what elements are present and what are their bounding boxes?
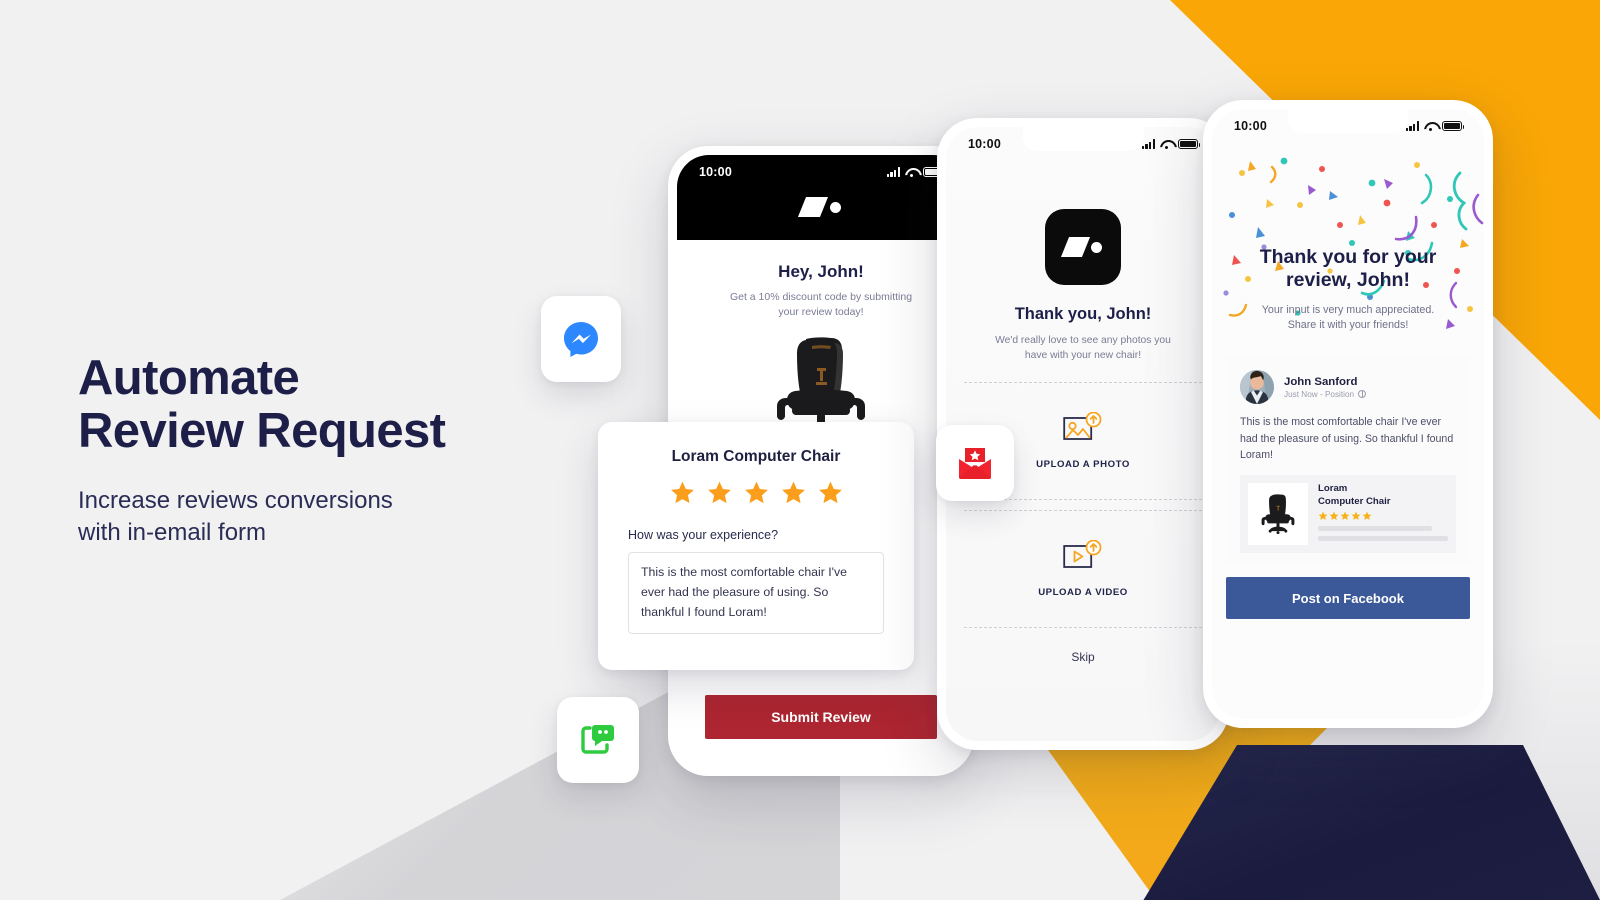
upload-video-dropzone[interactable]: UPLOAD A VIDEO xyxy=(964,509,1202,628)
phone3-screen: 10:00 Thank you for your review, John! Y… xyxy=(1212,109,1484,719)
share-subtitle-line-1: Your input is very much appreciated. xyxy=(1261,303,1435,316)
thank-you-subtitle-line-2: have with your new chair! xyxy=(1024,350,1142,362)
placeholder-bar xyxy=(1318,536,1448,542)
signal-icon xyxy=(886,167,900,177)
skip-link[interactable]: Skip xyxy=(946,650,1220,664)
star-icon xyxy=(1329,511,1339,521)
wifi-icon xyxy=(1424,121,1437,131)
wifi-icon xyxy=(1160,139,1173,149)
phone1-status-bar: 10:00 xyxy=(677,155,965,189)
greeting-title: Hey, John! xyxy=(778,262,864,281)
avatar xyxy=(1240,370,1274,404)
page-title: Automate Review Request xyxy=(78,351,578,459)
page-subtitle: Increase reviews conversions with in-ema… xyxy=(78,485,578,550)
upload-photo-label: UPLOAD A PHOTO xyxy=(1036,458,1130,470)
greeting-subtitle-line-2: your review today! xyxy=(778,306,864,319)
phone3-heading-block: Thank you for your review, John! Your in… xyxy=(1212,246,1484,334)
review-text-input[interactable]: This is the most comfortable chair I've … xyxy=(628,552,884,634)
share-subtitle: Your input is very much appreciated. Sha… xyxy=(1232,303,1464,334)
placeholder-bar xyxy=(1318,526,1433,532)
product-star-rating xyxy=(1318,511,1448,521)
globe-icon xyxy=(1358,390,1367,398)
messenger-icon xyxy=(564,322,598,357)
product-name: Loram Computer Chair xyxy=(1318,483,1448,508)
upload-video-label: UPLOAD A VIDEO xyxy=(1038,586,1128,598)
hero-banner: Automate Review Request Increase reviews… xyxy=(0,0,1600,900)
greeting-subtitle-line-1: Get a 10% discount code by submitting xyxy=(729,291,913,303)
phone1-header: 10:00 xyxy=(677,155,965,240)
star-icon xyxy=(1340,511,1350,521)
upload-photo-icon xyxy=(1063,411,1102,440)
wifi-icon xyxy=(905,167,918,177)
sms-badge[interactable] xyxy=(557,697,639,783)
star-icon xyxy=(1318,511,1328,521)
status-time: 10:00 xyxy=(699,165,732,179)
thank-you-subtitle: We'd really love to see any photos you h… xyxy=(968,333,1198,364)
share-title: Thank you for your review, John! xyxy=(1232,246,1464,293)
post-author-row: John Sanford Just Now - Position xyxy=(1240,370,1456,404)
phone1-submit-area: Submit Review xyxy=(677,695,965,739)
product-name-line-2: Computer Chair xyxy=(1318,495,1391,507)
product-thumbnail xyxy=(1248,483,1308,546)
star-icon[interactable] xyxy=(780,480,807,506)
star-icon[interactable] xyxy=(669,480,696,506)
product-name-line-1: Loram xyxy=(1318,483,1348,495)
upload-video-icon xyxy=(1063,539,1102,568)
post-body-text: This is the most comfortable chair I've … xyxy=(1240,416,1454,462)
phone2-body: Thank you, John! We'd really love to see… xyxy=(946,161,1220,364)
star-icon xyxy=(1351,511,1361,521)
share-subtitle-line-2: Share it with your friends! xyxy=(1287,319,1409,332)
greeting-subtitle: Get a 10% discount code by submitting yo… xyxy=(703,290,939,320)
subheadline-line-1: Increase reviews conversions xyxy=(78,486,393,514)
star-icon xyxy=(1362,511,1372,521)
post-product-attachment: Loram Computer Chair xyxy=(1240,475,1456,554)
star-icon[interactable] xyxy=(817,480,844,506)
status-time: 10:00 xyxy=(1234,119,1267,133)
battery-icon xyxy=(1178,139,1201,149)
review-mail-icon xyxy=(959,448,991,480)
messenger-badge[interactable] xyxy=(541,296,621,382)
headline-line-2: Review Request xyxy=(78,404,446,459)
review-form-card: Loram Computer Chair How was your experi… xyxy=(598,422,914,670)
star-rating[interactable] xyxy=(628,480,884,506)
thank-you-title: Thank you, John! xyxy=(1014,305,1152,323)
confetti-banner: Thank you for your review, John! Your in… xyxy=(1212,143,1484,348)
post-author-name: John Sanford xyxy=(1284,375,1358,388)
hero-text-block: Automate Review Request Increase reviews… xyxy=(78,351,578,550)
post-timestamp: Just Now - Position xyxy=(1284,389,1355,399)
battery-icon xyxy=(1442,121,1465,131)
subheadline-line-2: with in-email form xyxy=(78,519,267,547)
post-on-facebook-button[interactable]: Post on Facebook xyxy=(1226,577,1470,620)
status-time: 10:00 xyxy=(968,137,1001,151)
share-title-line-1: Thank you for your xyxy=(1259,245,1437,268)
star-icon[interactable] xyxy=(743,480,770,506)
post-meta: Just Now - Position xyxy=(1284,389,1367,399)
thank-you-subtitle-line-1: We'd really love to see any photos you xyxy=(995,335,1171,346)
computer-chair-image xyxy=(1261,494,1295,535)
signal-icon xyxy=(1405,121,1419,131)
submit-review-button[interactable]: Submit Review xyxy=(705,695,937,739)
review-mail-badge[interactable] xyxy=(936,425,1014,501)
social-post-preview: John Sanford Just Now - Position This is… xyxy=(1226,356,1470,566)
phone2-status-bar: 10:00 xyxy=(946,127,1220,161)
signal-icon xyxy=(1141,139,1155,149)
loram-logo-icon xyxy=(677,197,965,217)
sms-icon xyxy=(581,725,614,754)
loram-logo-square-icon xyxy=(1045,209,1121,285)
share-title-line-2: review, John! xyxy=(1286,269,1410,292)
phone1-body: Hey, John! Get a 10% discount code by su… xyxy=(677,240,965,446)
star-icon[interactable] xyxy=(706,480,733,506)
headline-line-1: Automate xyxy=(78,351,300,405)
experience-question-label: How was your experience? xyxy=(628,528,779,542)
review-product-title: Loram Computer Chair xyxy=(671,448,841,465)
phone-share-review: 10:00 Thank you for your review, John! Y… xyxy=(1203,100,1493,728)
phone3-status-bar: 10:00 xyxy=(1212,109,1484,143)
